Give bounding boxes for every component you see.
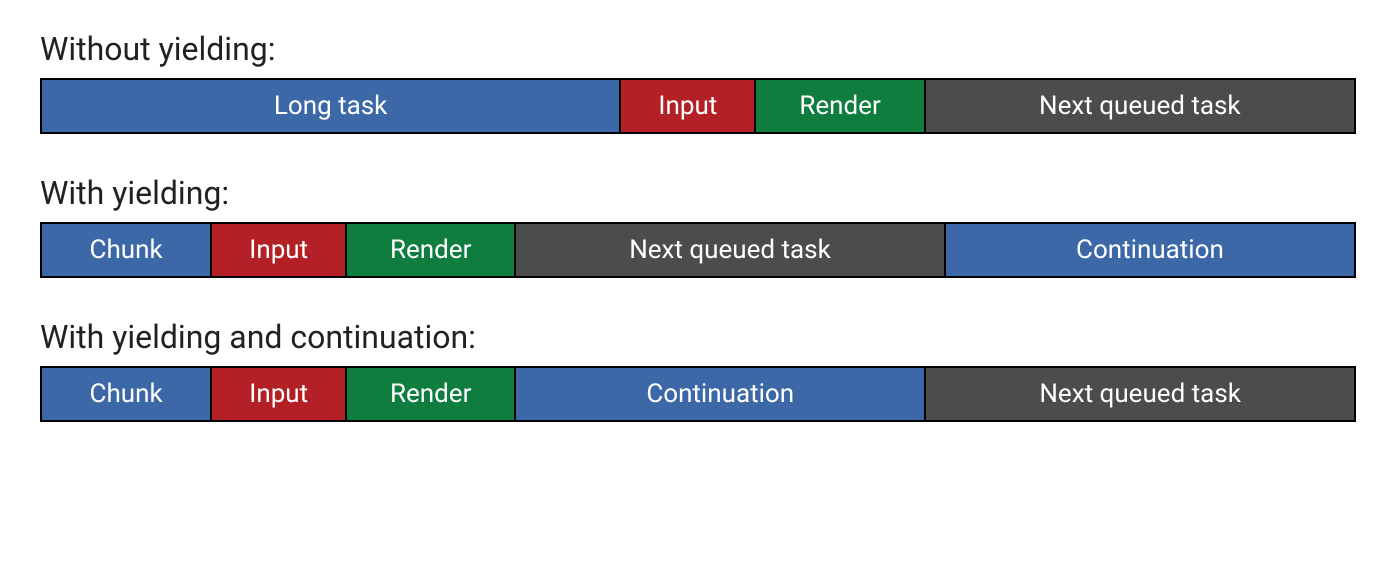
segment-input: Input [212, 368, 347, 420]
section-1: With yielding: ChunkInputRenderNext queue… [40, 174, 1356, 278]
section-2: With yielding and continuation: ChunkInpu… [40, 318, 1356, 422]
task-bar: ChunkInputRenderNext queued taskContinua… [40, 222, 1356, 278]
section-label: With yielding and continuation: [40, 318, 1356, 356]
segment-chunk: Chunk [42, 224, 212, 276]
segment-render: Render [347, 224, 516, 276]
segment-continuation: Continuation [946, 224, 1354, 276]
segment-long-task: Long task [42, 80, 621, 132]
segment-input: Input [621, 80, 756, 132]
segment-continuation: Continuation [516, 368, 926, 420]
segment-chunk: Chunk [42, 368, 212, 420]
segment-input: Input [212, 224, 347, 276]
segment-next-queued-task: Next queued task [926, 368, 1354, 420]
diagram-container: Without yielding:Long taskInputRenderNex… [40, 30, 1356, 422]
segment-render: Render [756, 80, 925, 132]
section-label: Without yielding: [40, 30, 1356, 68]
segment-next-queued-task: Next queued task [516, 224, 946, 276]
task-bar: Long taskInputRenderNext queued task [40, 78, 1356, 134]
segment-next-queued-task: Next queued task [926, 80, 1354, 132]
segment-render: Render [347, 368, 516, 420]
section-label: With yielding: [40, 174, 1356, 212]
task-bar: ChunkInputRenderContinuationNext queued … [40, 366, 1356, 422]
section-0: Without yielding: Long taskInputRenderNex… [40, 30, 1356, 134]
